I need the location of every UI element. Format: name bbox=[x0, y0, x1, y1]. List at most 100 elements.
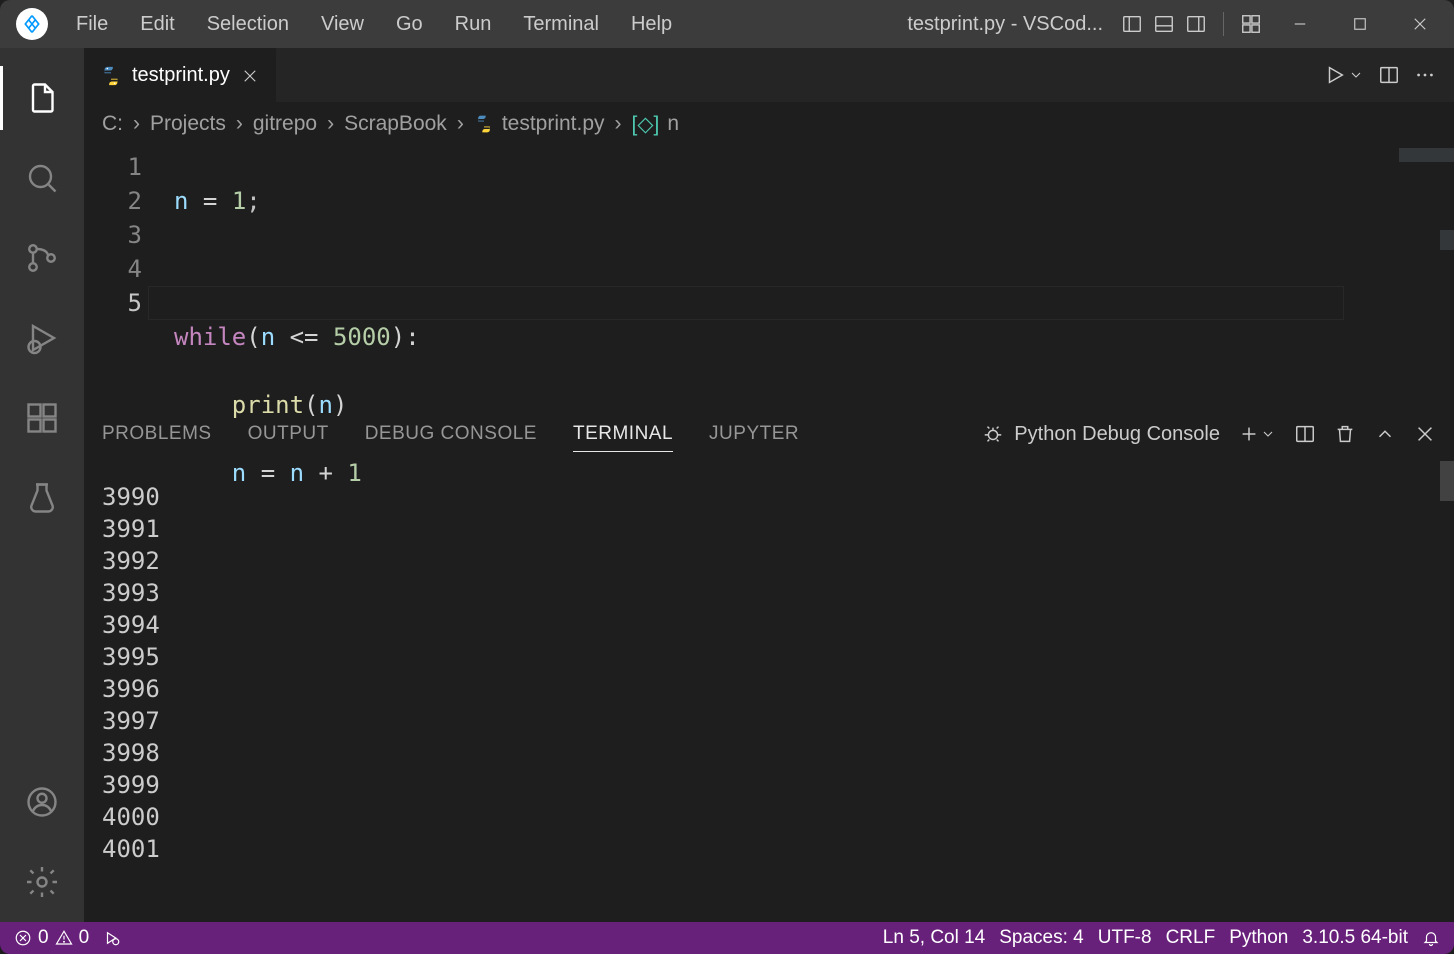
status-indentation[interactable]: Spaces: 4 bbox=[999, 927, 1084, 949]
status-eol[interactable]: CRLF bbox=[1166, 927, 1216, 949]
chevron-right-icon: › bbox=[236, 112, 243, 136]
terminal-line: 4001 bbox=[102, 833, 1436, 865]
status-debug-launch[interactable] bbox=[103, 929, 121, 947]
minimap-region bbox=[1399, 148, 1454, 162]
terminal-scrollbar[interactable] bbox=[1440, 461, 1454, 501]
close-panel-icon[interactable] bbox=[1414, 423, 1436, 445]
terminal-line: 3993 bbox=[102, 577, 1436, 609]
symbol-variable-icon: [◇] bbox=[632, 112, 660, 137]
activity-bar bbox=[0, 48, 84, 922]
terminal-line: 3995 bbox=[102, 641, 1436, 673]
code-area[interactable]: n = 1; while(n <= 5000): print(n) n = n … bbox=[174, 146, 1364, 406]
terminal-line: 3998 bbox=[102, 737, 1436, 769]
line-number: 5 bbox=[84, 286, 142, 320]
python-file-icon bbox=[100, 65, 122, 87]
menu-view[interactable]: View bbox=[305, 7, 380, 42]
menu-bar: File Edit Selection View Go Run Terminal… bbox=[60, 7, 688, 42]
menu-help[interactable]: Help bbox=[615, 7, 688, 42]
editor-tab-testprint[interactable]: testprint.py bbox=[84, 48, 277, 102]
chevron-right-icon: › bbox=[327, 112, 334, 136]
activity-explorer[interactable] bbox=[0, 58, 84, 138]
code-line[interactable]: print(n) bbox=[174, 388, 1364, 422]
code-line[interactable]: n = 1; bbox=[174, 184, 1364, 218]
layout-controls bbox=[1113, 12, 1270, 36]
code-line[interactable] bbox=[174, 252, 1364, 286]
activity-search[interactable] bbox=[0, 138, 84, 218]
minimize-button[interactable] bbox=[1270, 0, 1330, 48]
terminal-line: 3996 bbox=[102, 673, 1436, 705]
terminal-line: 3997 bbox=[102, 705, 1436, 737]
breadcrumb[interactable]: C: › Projects › gitrepo › ScrapBook › te… bbox=[84, 102, 1454, 146]
activity-accounts[interactable] bbox=[0, 762, 84, 842]
activity-run-debug[interactable] bbox=[0, 298, 84, 378]
menu-run[interactable]: Run bbox=[439, 7, 508, 42]
activity-extensions[interactable] bbox=[0, 378, 84, 458]
status-problems[interactable]: 0 0 bbox=[14, 927, 89, 949]
status-bar: 0 0 Ln 5, Col 14 Spaces: 4 UTF-8 CRLF Py… bbox=[0, 922, 1454, 954]
error-count: 0 bbox=[38, 927, 49, 949]
error-icon bbox=[14, 929, 32, 947]
menu-file[interactable]: File bbox=[60, 7, 124, 42]
chevron-right-icon: › bbox=[133, 112, 140, 136]
close-button[interactable] bbox=[1390, 0, 1450, 48]
vscode-logo-icon bbox=[16, 8, 48, 40]
line-number: 3 bbox=[84, 218, 142, 252]
terminal-line: 3991 bbox=[102, 513, 1436, 545]
tab-close-icon[interactable] bbox=[240, 66, 260, 86]
breadcrumb-file[interactable]: testprint.py bbox=[502, 112, 605, 136]
warning-icon bbox=[55, 929, 73, 947]
app-logo bbox=[4, 8, 60, 40]
line-number: 2 bbox=[84, 184, 142, 218]
activity-testing[interactable] bbox=[0, 458, 84, 538]
terminal-line: 3992 bbox=[102, 545, 1436, 577]
run-python-icon[interactable] bbox=[1324, 64, 1346, 86]
toggle-primary-sidebar-icon[interactable] bbox=[1121, 13, 1143, 35]
window-controls bbox=[1270, 0, 1450, 48]
terminal-line: 3990 bbox=[102, 481, 1436, 513]
debug-alt-icon bbox=[103, 929, 121, 947]
warning-count: 0 bbox=[79, 927, 90, 949]
terminal-line: 4000 bbox=[102, 801, 1436, 833]
menu-edit[interactable]: Edit bbox=[124, 7, 190, 42]
tab-label: testprint.py bbox=[132, 64, 230, 87]
minimap-region bbox=[1440, 230, 1454, 250]
breadcrumb-drive[interactable]: C: bbox=[102, 112, 123, 136]
toggle-panel-icon[interactable] bbox=[1153, 13, 1175, 35]
bell-icon bbox=[1422, 929, 1440, 947]
toggle-secondary-sidebar-icon[interactable] bbox=[1185, 13, 1207, 35]
current-line-highlight bbox=[148, 286, 1344, 320]
layout-separator bbox=[1223, 12, 1224, 36]
panel: PROBLEMS OUTPUT DEBUG CONSOLE TERMINAL J… bbox=[84, 406, 1454, 922]
status-encoding[interactable]: UTF-8 bbox=[1098, 927, 1152, 949]
activity-source-control[interactable] bbox=[0, 218, 84, 298]
editor-tab-bar: testprint.py bbox=[84, 48, 1454, 102]
maximize-button[interactable] bbox=[1330, 0, 1390, 48]
split-editor-icon[interactable] bbox=[1378, 64, 1400, 86]
chevron-right-icon: › bbox=[615, 112, 622, 136]
status-language[interactable]: Python bbox=[1229, 927, 1288, 949]
menu-selection[interactable]: Selection bbox=[191, 7, 305, 42]
titlebar: File Edit Selection View Go Run Terminal… bbox=[0, 0, 1454, 48]
breadcrumb-symbol[interactable]: n bbox=[667, 112, 679, 136]
code-line[interactable]: while(n <= 5000): bbox=[174, 320, 1364, 354]
status-cursor[interactable]: Ln 5, Col 14 bbox=[883, 927, 985, 949]
status-python-interpreter[interactable]: 3.10.5 64-bit bbox=[1302, 927, 1408, 949]
breadcrumb-folder[interactable]: Projects bbox=[150, 112, 226, 136]
breadcrumb-folder[interactable]: ScrapBook bbox=[344, 112, 447, 136]
menu-terminal[interactable]: Terminal bbox=[507, 7, 615, 42]
status-notifications[interactable] bbox=[1422, 929, 1440, 947]
menu-go[interactable]: Go bbox=[380, 7, 439, 42]
run-dropdown-icon[interactable] bbox=[1348, 67, 1364, 83]
maximize-panel-icon[interactable] bbox=[1374, 423, 1396, 445]
activity-settings[interactable] bbox=[0, 842, 84, 922]
line-number: 4 bbox=[84, 252, 142, 286]
editor[interactable]: 1 2 3 4 5 n = 1; while(n <= 5000): print… bbox=[84, 146, 1454, 406]
terminal-output[interactable]: 3990 3991 3992 3993 3994 3995 3996 3997 … bbox=[84, 461, 1454, 922]
terminal-line: 3999 bbox=[102, 769, 1436, 801]
line-number: 1 bbox=[84, 150, 142, 184]
more-actions-icon[interactable] bbox=[1414, 64, 1436, 86]
terminal-line: 3994 bbox=[102, 609, 1436, 641]
breadcrumb-folder[interactable]: gitrepo bbox=[253, 112, 317, 136]
minimap[interactable] bbox=[1364, 146, 1454, 406]
customize-layout-icon[interactable] bbox=[1240, 13, 1262, 35]
